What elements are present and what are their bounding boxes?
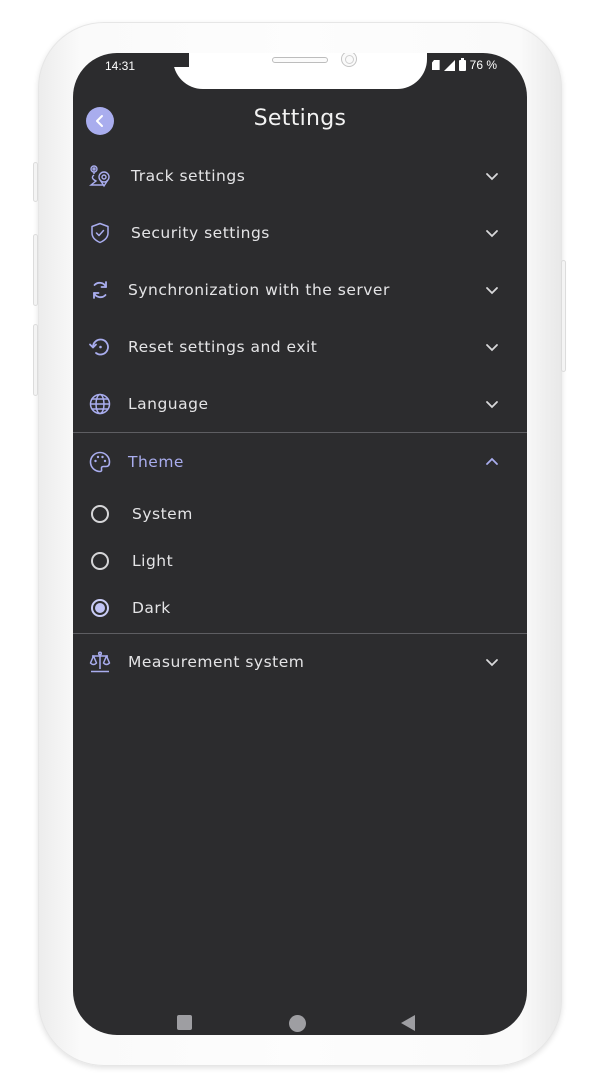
battery-percent: 76 % [469,58,497,72]
chevron-down-icon [486,659,498,667]
theme-option-label: System [132,504,193,523]
recents-square-icon[interactable] [177,1015,192,1030]
radio-button[interactable] [91,551,109,570]
scales-icon [88,650,112,674]
settings-item-label: Track settings [131,166,246,185]
front-camera [341,53,357,67]
sim-card-icon [431,60,440,70]
chevron-down-icon [486,286,498,294]
home-circle-icon[interactable] [289,1015,306,1032]
settings-item-theme[interactable]: Theme [73,433,527,490]
earpiece-speaker [272,57,328,63]
chevron-down-icon [486,172,498,180]
settings-item-language[interactable]: Language [73,375,527,432]
settings-item-synchronization[interactable]: Synchronization with the server [73,261,527,318]
theme-options: System Light Dark [73,490,527,631]
theme-option-dark[interactable]: Dark [73,584,527,631]
sync-icon [88,278,112,302]
theme-option-light[interactable]: Light [73,537,527,584]
signal-icon [443,59,455,71]
page-title: Settings [253,106,347,131]
settings-item-security[interactable]: Security settings [73,204,527,261]
globe-icon [88,392,112,416]
palette-icon [88,450,112,474]
settings-list: Track settings Security settings Synchro… [73,147,527,690]
back-triangle-icon[interactable] [401,1015,415,1031]
system-navigation-bar [73,1015,527,1033]
phone-screen: 14:31 76 % Settings Track settings Secur… [73,53,527,1035]
side-button-volume-up [33,234,38,306]
theme-option-label: Light [132,551,174,570]
status-icons: 76 % [431,57,497,72]
shield-check-icon [88,221,112,245]
theme-option-label: Dark [132,598,171,617]
app-header: Settings [73,105,527,139]
battery-icon [458,57,466,71]
settings-item-reset[interactable]: Reset settings and exit [73,318,527,375]
reset-icon [88,335,112,359]
theme-option-system[interactable]: System [73,490,527,537]
status-time: 14:31 [105,59,136,73]
route-pin-icon [88,164,112,188]
settings-item-measurement[interactable]: Measurement system [73,634,527,690]
chevron-up-icon [486,457,498,465]
side-button-mute [33,162,38,202]
settings-item-label: Security settings [131,223,270,242]
settings-item-label: Measurement system [128,653,305,671]
settings-item-label: Reset settings and exit [128,337,318,356]
settings-item-track[interactable]: Track settings [73,147,527,204]
settings-item-label: Synchronization with the server [128,280,390,299]
radio-button-selected[interactable] [91,598,109,617]
side-button-volume-down [33,324,38,396]
chevron-down-icon [486,229,498,237]
settings-item-label: Theme [128,452,184,471]
camera-notch [173,53,427,89]
side-button-power [561,260,566,372]
chevron-down-icon [486,343,498,351]
settings-item-label: Language [128,394,209,413]
chevron-down-icon [486,400,498,408]
radio-button[interactable] [91,504,109,523]
